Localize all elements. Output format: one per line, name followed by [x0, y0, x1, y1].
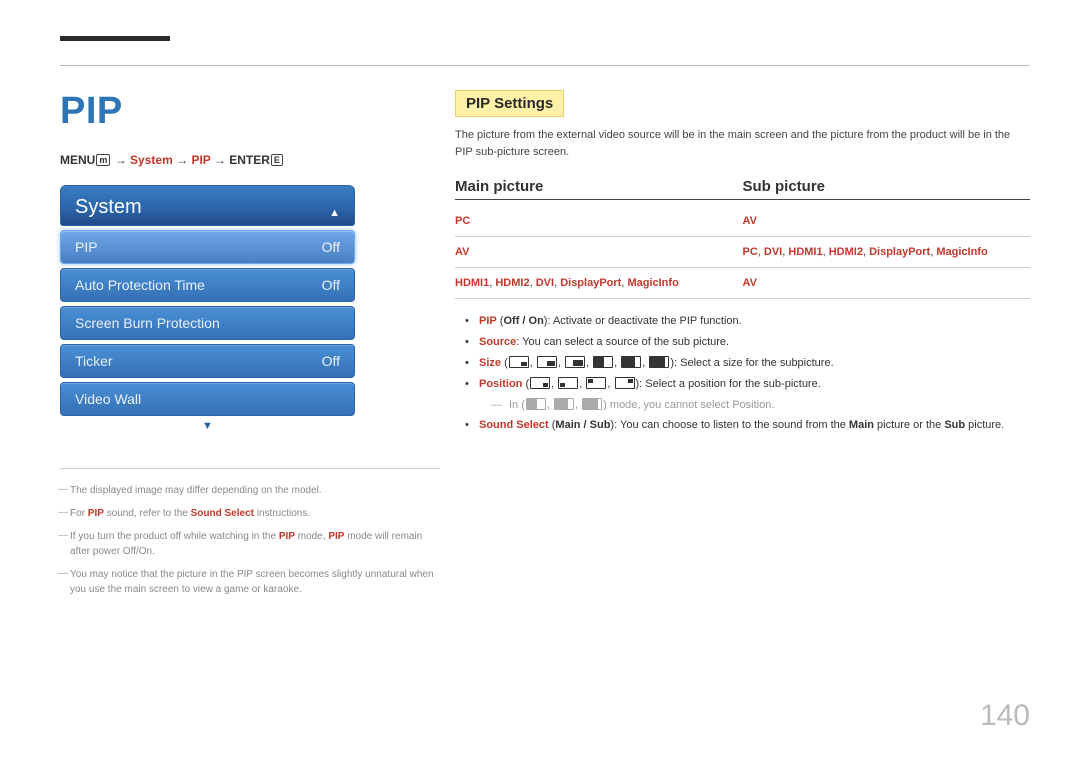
breadcrumb-arrow: →	[176, 153, 188, 167]
table-row: AV PC, DVI, HDMI1, HDMI2, DisplayPort, M…	[455, 237, 1030, 268]
bullet-sound-select: Sound Select (Main / Sub): You can choos…	[455, 415, 1030, 436]
section-heading: PIP Settings	[455, 90, 564, 117]
size-icon-4	[593, 356, 613, 368]
right-column: PIP Settings The picture from the extern…	[455, 90, 1030, 605]
td-sub: AV	[743, 215, 1031, 227]
td-main: HDMI1, HDMI2, DVI, DisplayPort, MagicInf…	[455, 277, 743, 289]
enter-icon: E	[271, 154, 283, 166]
breadcrumb-menu: MENU	[60, 153, 95, 167]
bullet-position: Position (, , , ): Select a position for…	[455, 374, 1030, 416]
breadcrumb-enter: ENTER	[229, 153, 270, 167]
scroll-down-icon: ▼	[60, 416, 355, 432]
osd-menu-item[interactable]: Ticker Off	[60, 344, 355, 378]
breadcrumb: MENUm → System → PIP → ENTERE	[60, 153, 435, 167]
osd-menu-item-value: Off	[322, 353, 340, 369]
osd-menu-item-value: Off	[322, 277, 340, 293]
note-4: You may notice that the picture in the P…	[70, 567, 435, 597]
size-icon-5	[621, 356, 641, 368]
pos-icon-tl	[586, 377, 606, 389]
td-main: PC	[455, 215, 743, 227]
th-main: Main picture	[455, 178, 743, 195]
pip-table: Main picture Sub picture PC AV AV PC, DV…	[455, 178, 1030, 299]
size-icon-gray-2	[554, 398, 574, 410]
breadcrumb-pip: PIP	[191, 153, 210, 167]
pos-icon-tr	[615, 377, 635, 389]
note-3: If you turn the product off while watchi…	[70, 529, 435, 559]
bullet-source: Source: You can select a source of the s…	[455, 332, 1030, 353]
breadcrumb-system: System	[130, 153, 173, 167]
pos-icon-br	[530, 377, 550, 389]
osd-menu-item-label: Screen Burn Protection	[75, 315, 220, 331]
table-header: Main picture Sub picture	[455, 178, 1030, 200]
divider	[60, 468, 440, 469]
osd-menu-panel: System ▲ PIP Off Auto Protection Time Off Sc…	[60, 185, 355, 432]
osd-menu-item-label: Auto Protection Time	[75, 277, 205, 293]
bullet-position-note: In (, , ) mode, you cannot select Positi…	[509, 395, 1030, 416]
osd-menu-item-label: PIP	[75, 239, 98, 255]
note-2: For PIP sound, refer to the Sound Select…	[70, 506, 435, 521]
page-number: 140	[980, 699, 1030, 733]
table-row: HDMI1, HDMI2, DVI, DisplayPort, MagicInf…	[455, 268, 1030, 299]
osd-menu-item-label: Video Wall	[75, 391, 141, 407]
left-column: PIP MENUm → System → PIP → ENTERE System…	[60, 90, 435, 605]
osd-menu-item[interactable]: Auto Protection Time Off	[60, 268, 355, 302]
scroll-up-icon: ▲	[329, 207, 340, 219]
th-sub: Sub picture	[743, 178, 1031, 195]
osd-menu-item-label: Ticker	[75, 353, 113, 369]
breadcrumb-arrow: →	[115, 153, 127, 167]
page-title: PIP	[60, 90, 435, 133]
header-rule	[60, 65, 1030, 66]
bullet-pip: PIP (Off / On): Activate or deactivate t…	[455, 311, 1030, 332]
size-icon-gray-1	[526, 398, 546, 410]
bullet-list: PIP (Off / On): Activate or deactivate t…	[455, 311, 1030, 436]
osd-menu-item[interactable]: PIP Off	[60, 230, 355, 264]
osd-menu-item-value: Off	[322, 239, 340, 255]
td-main: AV	[455, 246, 743, 258]
size-icon-2	[537, 356, 557, 368]
bullet-size: Size (, , , , , ): Select a size for the…	[455, 353, 1030, 374]
td-sub: PC, DVI, HDMI1, HDMI2, DisplayPort, Magi…	[743, 246, 1031, 258]
size-icon-6	[649, 356, 669, 368]
size-icon-3	[565, 356, 585, 368]
osd-menu-title: System ▲	[60, 185, 355, 226]
pos-icon-bl	[558, 377, 578, 389]
osd-menu-item[interactable]: Screen Burn Protection	[60, 306, 355, 340]
section-intro: The picture from the external video sour…	[455, 127, 1030, 160]
td-sub: AV	[743, 277, 1031, 289]
osd-menu-item[interactable]: Video Wall	[60, 382, 355, 416]
size-icon-gray-3	[582, 398, 602, 410]
table-row: PC AV	[455, 206, 1030, 237]
osd-menu-title-text: System	[75, 196, 142, 218]
note-1: The displayed image may differ depending…	[70, 483, 435, 498]
header-accent-bar	[60, 36, 170, 41]
size-icon-1	[509, 356, 529, 368]
breadcrumb-arrow: →	[214, 153, 226, 167]
menu-icon: m	[96, 154, 110, 166]
